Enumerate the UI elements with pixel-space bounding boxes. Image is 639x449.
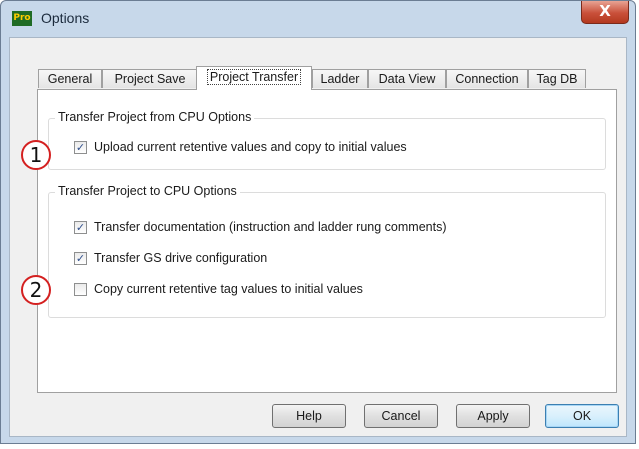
window-title: Options — [41, 10, 90, 26]
checkbox-upload-retentive[interactable]: ✓ — [74, 141, 87, 154]
checkbox-transfer-documentation[interactable]: ✓ — [74, 221, 87, 234]
checkbox-transfer-gs-drive[interactable]: ✓ — [74, 252, 87, 265]
apply-button[interactable]: Apply — [456, 404, 530, 428]
group-transfer-to-cpu: Transfer Project to CPU Options ✓ Transf… — [48, 184, 606, 318]
label-copy-retentive-tags: Copy current retentive tag values to ini… — [94, 282, 363, 296]
group-transfer-from-cpu: Transfer Project from CPU Options ✓ Uplo… — [48, 110, 606, 170]
tab-project-transfer-label: Project Transfer — [206, 69, 302, 85]
dialog-client-area: General Project Save Project Transfer La… — [9, 37, 627, 437]
close-button[interactable]: X — [581, 1, 629, 24]
tab-data-view[interactable]: Data View — [368, 69, 446, 88]
tab-general[interactable]: General — [38, 69, 102, 88]
options-dialog: Pro Options X General Project Save Proje… — [0, 0, 636, 444]
label-transfer-gs-drive: Transfer GS drive configuration — [94, 251, 268, 265]
cancel-button[interactable]: Cancel — [364, 404, 438, 428]
title-bar[interactable]: Pro Options X — [1, 1, 635, 37]
label-upload-retentive: Upload current retentive values and copy… — [94, 140, 407, 154]
group-title-to-cpu: Transfer Project to CPU Options — [55, 184, 240, 198]
tab-connection[interactable]: Connection — [446, 69, 528, 88]
project-transfer-panel: Transfer Project from CPU Options ✓ Uplo… — [37, 89, 617, 393]
tab-tag-db[interactable]: Tag DB — [528, 69, 586, 88]
callout-marker-2: 2 — [21, 275, 51, 305]
tab-ladder[interactable]: Ladder — [312, 69, 368, 88]
callout-marker-1: 1 — [21, 140, 51, 170]
group-title-from-cpu: Transfer Project from CPU Options — [55, 110, 255, 124]
tab-project-transfer[interactable]: Project Transfer — [196, 66, 312, 90]
label-transfer-documentation: Transfer documentation (instruction and … — [94, 220, 447, 234]
ok-button[interactable]: OK — [545, 404, 619, 428]
help-button[interactable]: Help — [272, 404, 346, 428]
tab-project-save[interactable]: Project Save — [102, 69, 198, 88]
checkbox-copy-retentive-tags[interactable] — [74, 283, 87, 296]
pro-app-icon: Pro — [12, 11, 32, 26]
